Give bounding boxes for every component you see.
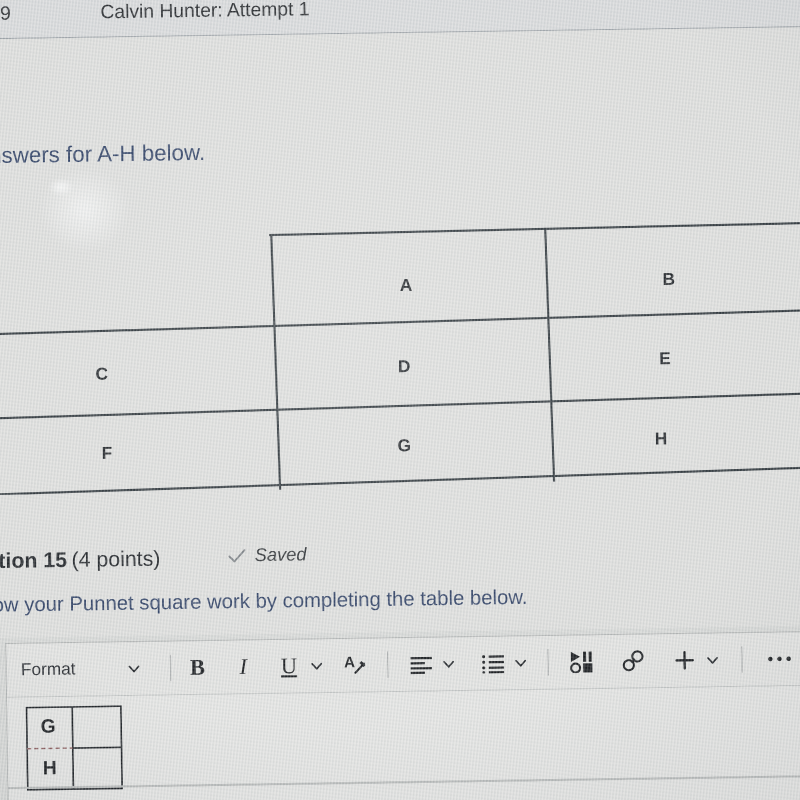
answer-cell-d: D: [397, 356, 411, 377]
format-dropdown[interactable]: Format: [21, 658, 141, 680]
text-color-a-pen-icon: A: [344, 654, 366, 674]
format-label: Format: [20, 659, 76, 680]
answer-table: A B C D E F G H: [0, 221, 800, 496]
saved-label: Saved: [254, 544, 307, 566]
answer-cell-c: C: [95, 364, 109, 384]
answer-cell-f: F: [101, 443, 113, 463]
list-group[interactable]: [479, 645, 527, 680]
answer-cell-a: A: [399, 275, 413, 296]
toolbar-separator: [169, 654, 171, 682]
plus-icon: [675, 651, 695, 670]
toolbar-separator: [547, 649, 549, 676]
text-color-button[interactable]: A: [341, 648, 369, 683]
underline-button[interactable]: U: [275, 649, 303, 684]
link-chain-icon: [622, 650, 644, 672]
multimedia-play-pause-record-stop-icon: [570, 651, 593, 674]
punnett-square-table[interactable]: G H: [25, 705, 123, 791]
ellipsis-icon: [768, 656, 791, 662]
underline-group[interactable]: U: [275, 648, 323, 683]
photographed-screen: 9:19 Calvin Hunter: Attempt 1 answers fo…: [0, 0, 800, 800]
insert-media-button[interactable]: [568, 644, 596, 679]
punnett-cell-g: G: [40, 716, 56, 738]
question-number: estion 15: [0, 548, 68, 574]
saved-status: Saved: [228, 544, 307, 566]
insert-more-group[interactable]: [671, 643, 719, 678]
plus-button[interactable]: [671, 643, 699, 678]
prompt-text: answers for A-H below.: [0, 139, 206, 169]
check-icon: [228, 548, 246, 562]
insert-link-button[interactable]: [620, 644, 648, 679]
svg-text:A: A: [344, 654, 355, 671]
question-points: (4 points): [71, 547, 161, 572]
answer-cell-e: E: [659, 348, 671, 369]
bulleted-list-icon: [481, 655, 505, 674]
punnett-cell-h: H: [42, 757, 57, 780]
bold-button[interactable]: B: [184, 650, 212, 685]
align-group[interactable]: [408, 646, 456, 681]
question-heading: estion 15 (4 points): [0, 547, 161, 574]
bulleted-list-button[interactable]: [479, 646, 507, 681]
screen-content: 9:19 Calvin Hunter: Attempt 1 answers fo…: [0, 0, 800, 800]
answer-cell-b: B: [662, 269, 676, 290]
attempt-title: Calvin Hunter: Attempt 1: [100, 0, 310, 24]
align-left-icon: [410, 656, 433, 675]
toolbar-separator: [740, 646, 743, 673]
toolbar-separator: [386, 651, 388, 678]
chevron-down-icon[interactable]: [310, 659, 323, 672]
chevron-down-icon[interactable]: [706, 653, 719, 666]
italic-button[interactable]: I: [229, 649, 257, 684]
answer-cell-h: H: [654, 429, 668, 449]
chevron-down-icon[interactable]: [442, 657, 455, 670]
clock-label: 9:19: [0, 3, 12, 26]
chevron-down-icon[interactable]: [514, 656, 527, 669]
more-options-button[interactable]: [766, 641, 794, 676]
answer-cell-g: G: [397, 435, 412, 456]
align-left-button[interactable]: [408, 647, 436, 682]
chevron-down-icon: [128, 665, 140, 672]
rich-text-editor: Format B I U A G H: [5, 630, 800, 800]
